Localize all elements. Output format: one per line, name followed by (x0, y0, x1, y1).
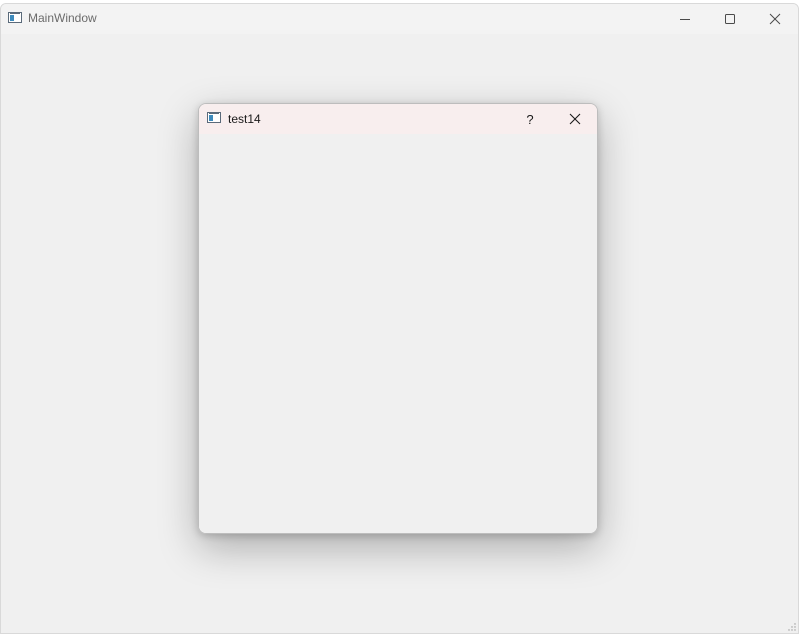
main-window-title: MainWindow (28, 11, 97, 25)
minimize-button[interactable] (662, 4, 708, 34)
main-close-button[interactable] (752, 4, 798, 34)
minimize-icon (680, 19, 690, 20)
app-window-icon (207, 112, 221, 123)
dialog-window: test14 ? (198, 103, 598, 534)
maximize-icon (725, 14, 735, 24)
dialog-titlebar[interactable]: test14 ? (199, 104, 597, 134)
dialog-title: test14 (228, 112, 261, 126)
resize-grip-icon[interactable] (788, 623, 796, 631)
close-icon (569, 113, 581, 125)
close-icon (769, 13, 781, 25)
dialog-content-area (199, 134, 597, 533)
dialog-close-button[interactable] (561, 104, 589, 134)
main-titlebar[interactable]: MainWindow (1, 4, 798, 34)
app-window-icon (8, 12, 22, 23)
help-button[interactable]: ? (517, 104, 543, 134)
maximize-button[interactable] (707, 4, 753, 34)
